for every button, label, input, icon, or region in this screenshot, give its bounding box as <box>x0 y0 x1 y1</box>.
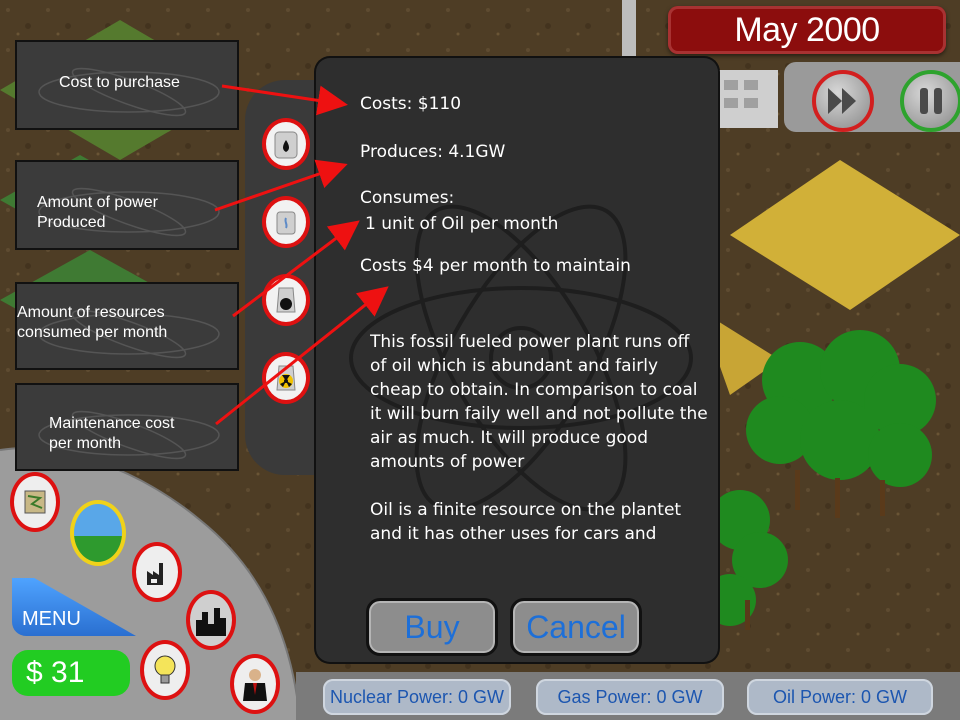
buy-button[interactable]: Buy <box>366 598 498 656</box>
callout-resources: Amount of resources consumed per month <box>15 282 239 370</box>
callout-maintenance-line2: per month <box>49 435 122 452</box>
gas-power-status: Gas Power: 0 GW <box>536 679 724 715</box>
consumes-value: 1 unit of Oil per month <box>365 214 559 234</box>
current-date: May 2000 <box>668 6 946 54</box>
power-plant-dialog: Costs: $110 Produces: 4.1GW Consumes: 1 … <box>316 58 718 662</box>
callout-resources-line2: consumed per month <box>17 324 168 341</box>
callout-cost: Cost to purchase <box>15 40 239 130</box>
oil-plant-button[interactable] <box>262 118 310 170</box>
map-icon <box>24 490 46 514</box>
advisor-icon <box>243 669 267 701</box>
callout-cost-text: Cost to purchase <box>59 74 180 91</box>
factory-icon <box>147 563 163 585</box>
money-display: $ 31 <box>12 650 130 696</box>
city-icon <box>196 608 226 636</box>
callout-power-line2: Produced <box>37 214 106 231</box>
city-button[interactable] <box>186 590 236 650</box>
consumes-label: Consumes: <box>360 188 455 208</box>
factory-button[interactable] <box>132 542 182 602</box>
nuclear-plant-button[interactable] <box>262 352 310 404</box>
plant-description: This fossil fueled power plant runs off … <box>370 330 710 582</box>
map-button[interactable] <box>10 472 60 532</box>
description-paragraph-2: Oil is a finite resource on the plantet … <box>370 500 682 544</box>
play-button[interactable] <box>812 70 874 132</box>
description-paragraph-1: This fossil fueled power plant runs off … <box>370 332 708 472</box>
lightbulb-icon <box>154 655 176 684</box>
coal-plant-icon <box>276 287 296 313</box>
callout-power: Amount of power Produced <box>15 160 239 250</box>
oil-power-status: Oil Power: 0 GW <box>747 679 933 715</box>
maintenance-text: Costs $4 per month to maintain <box>360 256 631 276</box>
gas-plant-icon <box>276 211 296 235</box>
callout-resources-line1: Amount of resources <box>17 304 165 321</box>
callout-maintenance: Maintenance cost per month <box>15 383 239 471</box>
callout-maintenance-line1: Maintenance cost <box>49 415 175 432</box>
menu-label: MENU <box>22 608 81 630</box>
cost-text: Costs: $110 <box>360 94 462 114</box>
cancel-button[interactable]: Cancel <box>510 598 642 656</box>
callout-power-line1: Amount of power <box>37 194 158 211</box>
nuclear-power-status: Nuclear Power: 0 GW <box>323 679 511 715</box>
coal-plant-button[interactable] <box>262 274 310 326</box>
pause-icon <box>920 88 942 114</box>
play-icon <box>828 88 856 114</box>
produces-text: Produces: 4.1GW <box>360 142 506 162</box>
landscape-button[interactable] <box>70 500 126 566</box>
gas-plant-button[interactable] <box>262 196 310 248</box>
nuclear-plant-icon <box>276 365 296 391</box>
oil-plant-icon <box>274 131 298 159</box>
lightbulb-button[interactable] <box>140 640 190 700</box>
pause-button[interactable] <box>900 70 960 132</box>
advisor-button[interactable] <box>230 654 280 714</box>
